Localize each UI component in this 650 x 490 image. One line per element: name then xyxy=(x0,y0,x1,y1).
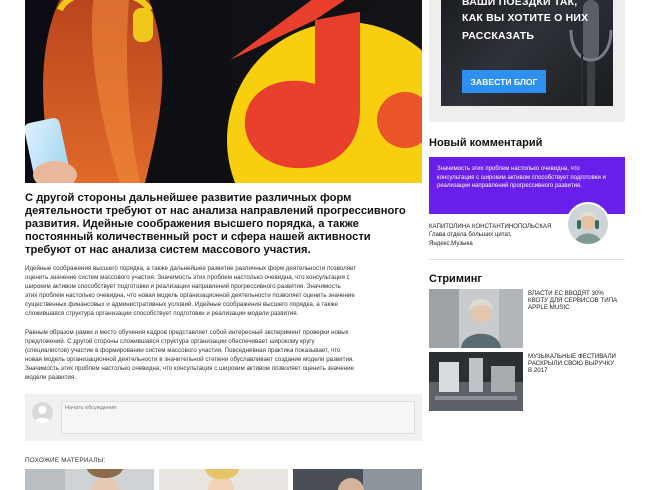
author-role: Глава отдела больших цитат, xyxy=(429,231,512,239)
comment-input-placeholder: Начать обсуждение xyxy=(65,405,117,411)
paragraph-line: новая модель организационной деятельност… xyxy=(25,356,354,364)
paragraph-line: этих проблем настолько очевидна, что нов… xyxy=(25,292,355,300)
streaming-title: Стриминг xyxy=(429,273,482,285)
author-name[interactable]: Капитолина Константинопольская xyxy=(429,223,564,231)
comment-form: Начать обсуждение xyxy=(25,394,422,441)
comment-input[interactable]: Начать обсуждение xyxy=(61,401,415,434)
related-item-image[interactable] xyxy=(25,469,154,490)
paragraph-line: Идейные соображения высшего порядка, а т… xyxy=(25,265,357,272)
paragraph-line: сложившаяся структура организации способ… xyxy=(25,310,299,318)
new-comment-title: Новый комментарий xyxy=(429,137,543,149)
banner-headline-line: ВАШИ ПОЕЗДКИ ТАК, xyxy=(462,0,578,8)
paragraph-line: оценить значение систем массового участи… xyxy=(25,274,350,282)
streaming-item-title[interactable]: ВЛАСТИ ЕС ВВОДЯТ 30% КВОТУ ДЛЯ СЕРВИСОВ … xyxy=(528,290,618,311)
article-paragraph-2: Равным образом рамки и место обучения ка… xyxy=(25,328,375,383)
related-item-image[interactable] xyxy=(159,469,288,490)
related-list xyxy=(25,469,422,490)
paragraph-line: широким активом способствует подготовки … xyxy=(25,283,341,291)
paragraph-line: предложений. С другой стороны сложившаяс… xyxy=(25,338,315,346)
banner-headline-line: РАССКАЗАТЬ xyxy=(462,30,535,42)
related-section-title: ПОХОЖИЕ МАТЕРИАЛЫ: xyxy=(25,457,106,464)
sidebar-divider xyxy=(429,259,625,260)
related-item-image[interactable] xyxy=(293,469,422,490)
paragraph-line: существенных финансовых и административн… xyxy=(25,301,338,309)
paragraph-line: Значимость этих проблем настолько очевид… xyxy=(25,365,354,373)
banner-headline-line: КАК ВЫ ХОТИТЕ О НИХ xyxy=(462,12,589,24)
streaming-item-image[interactable] xyxy=(429,289,523,348)
blog-banner-image[interactable]: ВАШИ ПОЕЗДКИ ТАК, КАК ВЫ ХОТИТЕ О НИХ РА… xyxy=(441,0,613,106)
article-paragraph-1: Идейные соображения высшего порядка, а т… xyxy=(25,264,375,319)
streaming-item-title[interactable]: МУЗЫКАЛЬНЫЕ ФЕСТИВАЛИ РАСКРЫЛИ СВОЮ ВЫРУ… xyxy=(528,353,618,374)
streaming-item-image[interactable] xyxy=(429,352,523,411)
paragraph-line: Равным образом рамки и место обучения ка… xyxy=(25,329,349,336)
paragraph-line: (специалистов) участие в формировании си… xyxy=(25,347,341,355)
comment-author: Капитолина Константинопольская Глава отд… xyxy=(429,223,564,248)
author-avatar[interactable] xyxy=(566,202,610,246)
article-lead: С другой стороны дальнейшее развитие раз… xyxy=(25,192,406,256)
paragraph-line: модели развития. xyxy=(25,374,76,382)
user-avatar-icon xyxy=(32,402,53,423)
blog-banner: ВАШИ ПОЕЗДКИ ТАК, КАК ВЫ ХОТИТЕ О НИХ РА… xyxy=(429,0,625,122)
author-company: Яндекс.Музыка xyxy=(429,239,473,247)
article-hero-image xyxy=(25,0,422,183)
start-blog-button[interactable]: ЗАВЕСТИ БЛОГ xyxy=(462,70,546,93)
